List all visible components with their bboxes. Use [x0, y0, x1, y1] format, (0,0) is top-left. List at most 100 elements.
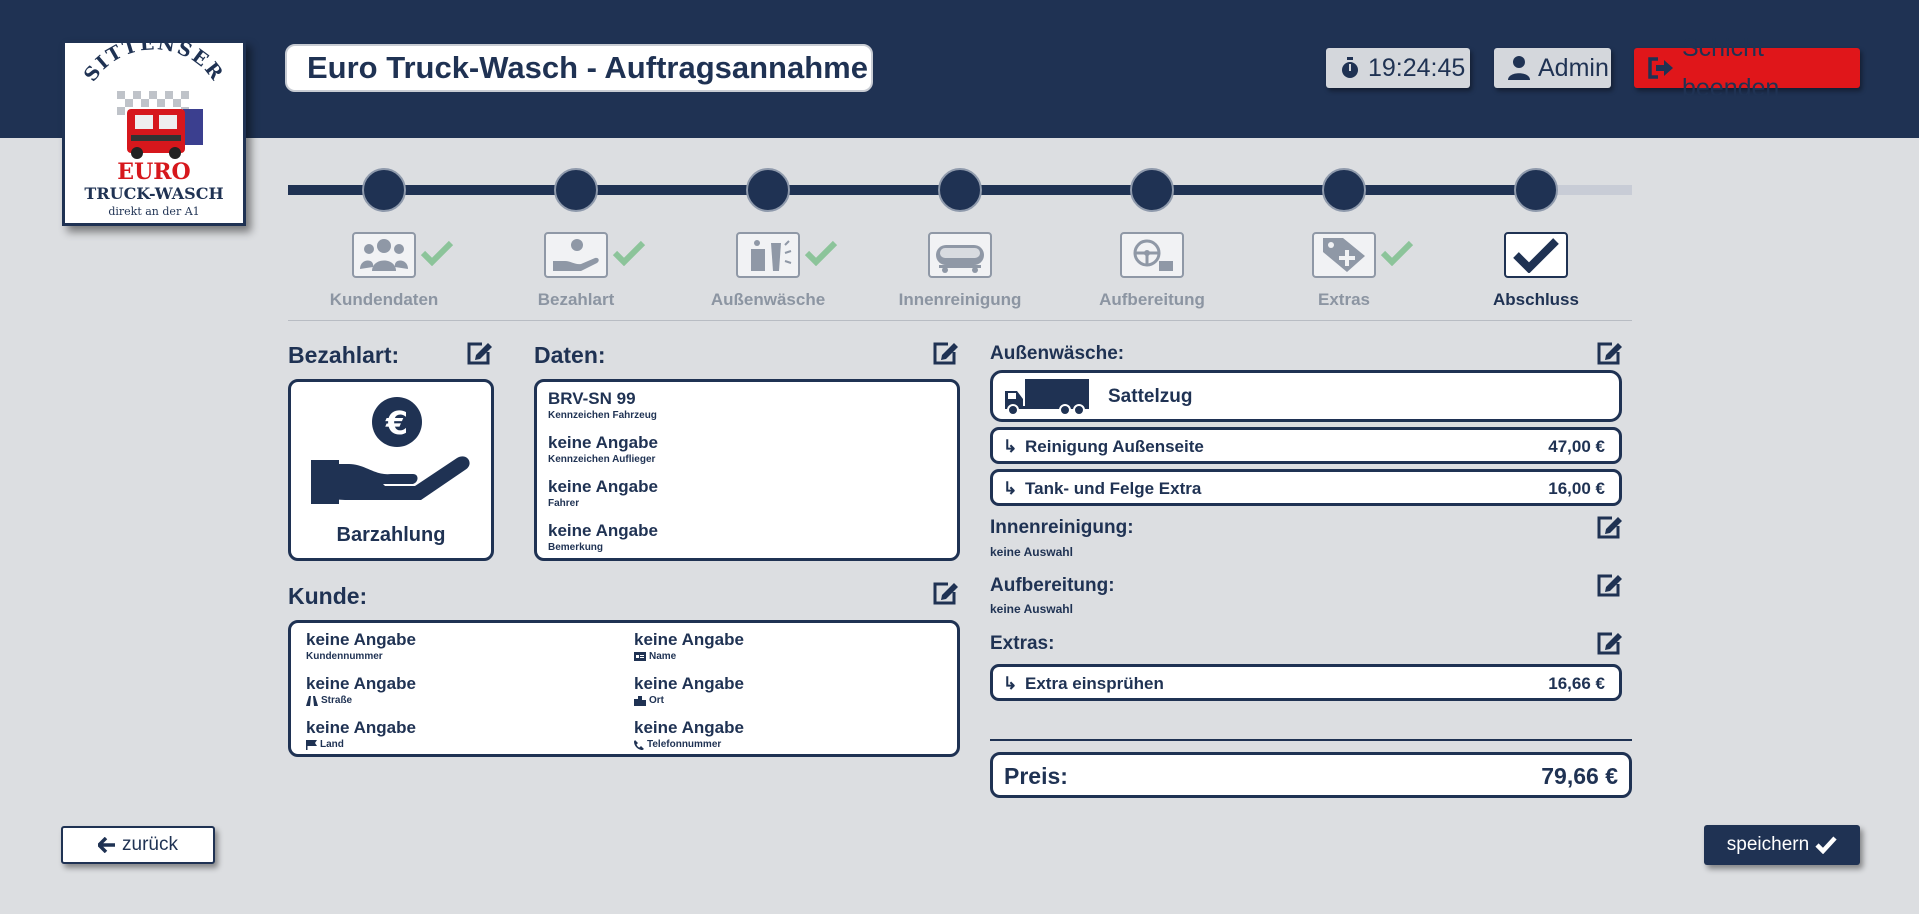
user-name: Admin — [1538, 54, 1609, 82]
step-kundendaten-button[interactable] — [352, 232, 416, 278]
customer-label: Straße — [306, 695, 352, 706]
vehicle-type: Sattelzug — [1108, 386, 1193, 407]
step-dot-bezahlart[interactable] — [554, 168, 598, 212]
user-icon — [1508, 56, 1530, 80]
check-icon — [1380, 240, 1414, 266]
service-price: 16,00 € — [1548, 479, 1605, 498]
interior-value: keine Auswahl — [990, 545, 1073, 559]
step-innenreinigung-button[interactable] — [928, 232, 992, 278]
service-item: ↳ Reinigung Außenseite 47,00 € — [990, 427, 1622, 464]
step-dot-kundendaten[interactable] — [362, 168, 406, 212]
payment-method: Barzahlung — [336, 524, 446, 546]
company-logo: SITTENSER EURO TRUCK-WASCH direkt an der… — [62, 40, 246, 226]
customer-value: keine Angabe — [306, 630, 416, 649]
extra-price: 16,66 € — [1548, 674, 1605, 693]
details-title: Daten: — [534, 342, 606, 368]
flag-icon — [306, 739, 317, 750]
arrow-left-icon — [98, 837, 116, 853]
details-value: keine Angabe — [548, 433, 658, 452]
edit-icon[interactable] — [1596, 572, 1624, 598]
step-dot-abschluss[interactable] — [1514, 168, 1558, 212]
details-value: BRV-SN 99 — [548, 389, 636, 408]
payment-card: € Barzahlung — [288, 379, 494, 561]
turn-arrow-icon: ↳ — [1003, 479, 1018, 498]
step-aufbereitung-button[interactable] — [1120, 232, 1184, 278]
step-label-aussenwaesche[interactable]: Außenwäsche — [668, 290, 868, 310]
customer-value: keine Angabe — [634, 674, 744, 693]
edit-icon[interactable] — [932, 580, 960, 606]
customer-card: keine Angabe Kundennummer keine Angabe N… — [288, 620, 960, 757]
edit-icon[interactable] — [1596, 514, 1624, 540]
city-icon — [634, 695, 646, 706]
total-price-box: Preis: 79,66 € — [990, 752, 1632, 798]
step-bezahlart-button[interactable] — [544, 232, 608, 278]
logo-line4: direkt an der A1 — [108, 205, 199, 218]
edit-icon[interactable] — [1596, 340, 1624, 366]
step-dot-innenreinigung[interactable] — [938, 168, 982, 212]
details-card: BRV-SN 99 Kennzeichen Fahrzeug keine Ang… — [534, 379, 960, 561]
divider — [288, 320, 1632, 321]
customer-label: Land — [306, 739, 344, 750]
clock-display: 19:24:45 — [1326, 48, 1470, 88]
customer-label: Ort — [634, 695, 664, 706]
check-icon — [804, 240, 838, 266]
svg-text:SITTENSER: SITTENSER — [80, 43, 229, 86]
detailing-title: Aufbereitung: — [990, 575, 1115, 596]
step-dot-aussenwaesche[interactable] — [746, 168, 790, 212]
service-name: Reinigung Außenseite — [1025, 437, 1204, 456]
edit-icon[interactable] — [466, 340, 494, 366]
total-value: 79,66 € — [1541, 763, 1618, 789]
step-extras-button[interactable] — [1312, 232, 1376, 278]
save-button[interactable]: speichern — [1704, 825, 1860, 865]
tag-plus-icon — [1323, 238, 1365, 272]
id-card-icon — [634, 652, 646, 661]
stopwatch-icon — [1342, 57, 1358, 78]
step-label-abschluss[interactable]: Abschluss — [1436, 290, 1636, 310]
check-icon — [1815, 836, 1837, 854]
vehicle-card: Sattelzug — [990, 370, 1622, 422]
hand-euro-icon: € — [311, 397, 470, 504]
road-icon — [306, 695, 318, 706]
edit-icon[interactable] — [1596, 630, 1624, 656]
save-label: speichern — [1726, 834, 1810, 855]
page-title: Euro Truck-Wasch - Auftragsannahme — [285, 44, 873, 92]
customer-label: Name — [634, 651, 676, 662]
step-aussenwaesche-button[interactable] — [736, 232, 800, 278]
tank-icon — [936, 245, 984, 273]
step-dot-extras[interactable] — [1322, 168, 1366, 212]
turn-arrow-icon: ↳ — [1003, 437, 1018, 456]
step-label-kundendaten[interactable]: Kundendaten — [284, 290, 484, 310]
phone-icon — [634, 739, 644, 750]
customer-label: Kundennummer — [306, 651, 383, 662]
customer-value: keine Angabe — [634, 718, 744, 737]
extra-name: Extra einsprühen — [1025, 674, 1164, 693]
hand-euro-icon — [553, 239, 599, 271]
step-label-aufbereitung[interactable]: Aufbereitung — [1052, 290, 1252, 310]
check-icon — [612, 240, 646, 266]
service-name: Tank- und Felge Extra — [1025, 479, 1202, 498]
customer-title: Kunde: — [288, 583, 368, 609]
back-button[interactable]: zurück — [61, 826, 215, 864]
step-label-bezahlart[interactable]: Bezahlart — [476, 290, 676, 310]
step-dot-aufbereitung[interactable] — [1130, 168, 1174, 212]
user-button[interactable]: Admin — [1494, 48, 1611, 88]
step-abschluss-button[interactable] — [1504, 232, 1568, 278]
extras-title: Extras: — [990, 633, 1055, 654]
step-label-extras[interactable]: Extras — [1244, 290, 1444, 310]
customer-value: keine Angabe — [306, 674, 416, 693]
check-icon — [1513, 238, 1559, 273]
step-label-innenreinigung[interactable]: Innenreinigung — [860, 290, 1060, 310]
semi-truck-icon — [1005, 379, 1089, 415]
details-value: keine Angabe — [548, 521, 658, 540]
logo-line2: EURO — [117, 159, 190, 185]
details-label: Fahrer — [548, 498, 580, 509]
service-item: ↳ Tank- und Felge Extra 16,00 € — [990, 469, 1622, 506]
divider — [990, 739, 1632, 741]
svg-text:€: € — [385, 404, 408, 442]
users-icon — [360, 239, 408, 271]
details-label: Bemerkung — [548, 542, 604, 553]
detailing-value: keine Auswahl — [990, 602, 1073, 616]
end-shift-label: Schicht beenden — [1682, 34, 1780, 102]
edit-icon[interactable] — [932, 340, 960, 366]
end-shift-button[interactable]: Schicht beenden — [1634, 34, 1860, 102]
